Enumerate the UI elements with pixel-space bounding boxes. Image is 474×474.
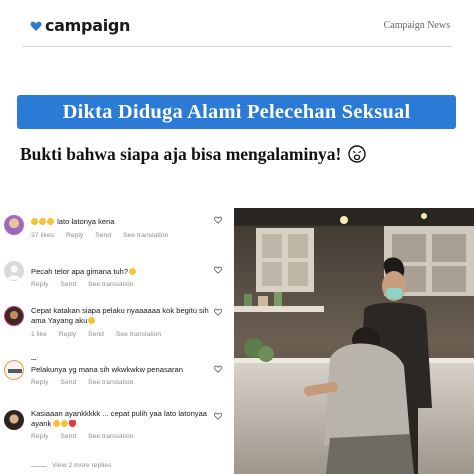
avatar[interactable] (4, 410, 24, 430)
like-heart-icon[interactable] (214, 216, 222, 224)
send-link[interactable]: Send (60, 433, 76, 440)
comment-text: Pecah telor apa gimana tuh? (31, 267, 209, 277)
like-heart-icon[interactable] (214, 365, 222, 373)
red-heart-emoji-icon (69, 420, 77, 427)
comment-text: Cepat katakan siapa pelaku nyaaaaaa kok … (31, 306, 209, 325)
heart-icon (30, 20, 42, 32)
see-translation-link[interactable]: See translation (88, 433, 133, 440)
like-heart-icon[interactable] (214, 412, 222, 420)
send-link[interactable]: Send (88, 331, 104, 338)
brand-name: campaign (45, 16, 131, 35)
avatar[interactable] (4, 215, 24, 235)
comment-text: lato latonya kena (31, 217, 209, 227)
heart-eyes-emoji-icon (88, 317, 96, 324)
laughing-emoji-icon (31, 218, 38, 225)
reply-link[interactable]: Reply (31, 379, 48, 386)
view-more-divider (31, 466, 47, 467)
avatar[interactable] (4, 360, 24, 380)
likes-count[interactable]: 1 like (31, 331, 47, 338)
reply-link[interactable]: Reply (31, 281, 48, 288)
see-translation-link[interactable]: See translation (116, 331, 161, 338)
headline-banner: Dikta Diduga Alami Pelecehan Seksual (17, 95, 456, 129)
subheadline-text: Bukti bahwa siapa aja bisa mengalaminya! (20, 144, 342, 164)
likes-count[interactable]: 37 likes (31, 232, 54, 239)
reply-link[interactable]: Reply (31, 433, 48, 440)
subheadline: Bukti bahwa siapa aja bisa mengalaminya! (20, 144, 460, 165)
comment-text: Pelakunya yg mana sih wkwkwkw penasaran (31, 365, 183, 374)
reply-link[interactable]: Reply (66, 232, 83, 239)
see-translation-link[interactable]: See translation (123, 232, 168, 239)
headline-text: Dikta Diduga Alami Pelecehan Seksual (62, 100, 411, 123)
sad-emoji-icon (53, 420, 61, 427)
send-link[interactable]: Send (60, 379, 76, 386)
comment-actions: Reply Send See translation (31, 379, 143, 386)
brand-logo[interactable]: campaign (30, 16, 130, 35)
comments-panel: lato latonya kena 37 likes Reply Send Se… (0, 205, 234, 474)
send-link[interactable]: Send (95, 232, 111, 239)
avatar[interactable] (4, 261, 24, 281)
laughing-emoji-icon (39, 218, 46, 225)
reply-link[interactable]: Reply (59, 331, 76, 338)
view-more-replies-link[interactable]: View 2 more replies (52, 462, 112, 469)
see-translation-link[interactable]: See translation (88, 281, 133, 288)
source-label: Campaign News (383, 20, 450, 31)
cafe-photo (234, 208, 474, 474)
header-divider (22, 46, 452, 47)
comment-text: Kasiaaan ayankkkkk ... cepat pulih yaa l… (31, 409, 208, 428)
laughing-emoji-icon (47, 218, 54, 225)
like-heart-icon[interactable] (214, 308, 222, 316)
like-heart-icon[interactable] (214, 266, 222, 274)
send-link[interactable]: Send (60, 281, 76, 288)
comment-actions: 1 like Reply Send See translation (31, 331, 171, 338)
site-header: campaign Campaign News (22, 12, 454, 48)
weary-face-emoji-icon (348, 145, 366, 163)
sad-emoji-icon (61, 420, 69, 427)
commenter-name[interactable]: ... (31, 355, 37, 362)
smirk-emoji-icon (129, 268, 137, 275)
see-translation-link[interactable]: See translation (88, 379, 133, 386)
avatar[interactable] (4, 306, 24, 326)
comment-actions: Reply Send See translation (31, 433, 143, 440)
comment-actions: Reply Send See translation (31, 281, 143, 288)
comment-actions: 37 likes Reply Send See translation (31, 232, 178, 239)
